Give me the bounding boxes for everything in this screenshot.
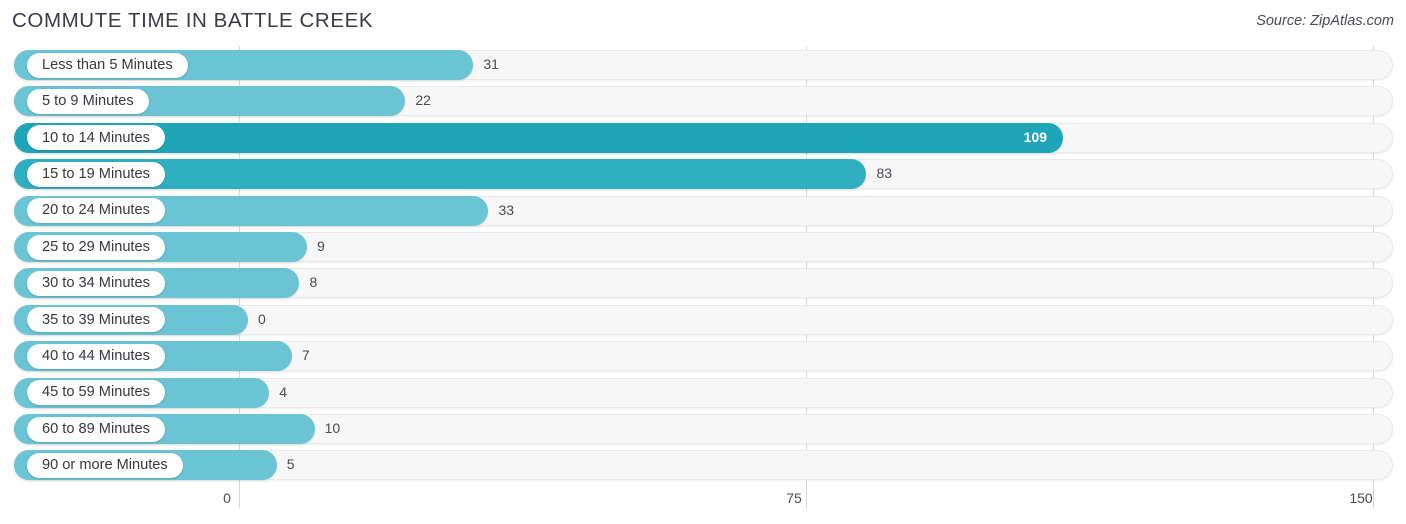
category-label: Less than 5 Minutes (42, 56, 173, 73)
category-label: 60 to 89 Minutes (42, 420, 150, 437)
category-label: 30 to 34 Minutes (42, 275, 150, 292)
bar-value-label: 7 (301, 347, 310, 364)
bar-row[interactable]: 15 to 19 Minutes 83 (0, 158, 1406, 194)
category-label-pill: 25 to 29 Minutes (27, 234, 165, 260)
bar-value-label: 83 (876, 165, 893, 182)
bar-rows: Less than 5 Minutes 31 5 to 9 Minutes 22 10 … (0, 46, 1406, 486)
axis-tick-mark (806, 486, 807, 508)
category-label-pill: 5 to 9 Minutes (27, 88, 149, 114)
category-label: 90 or more Minutes (42, 457, 168, 474)
bar-value-label: 0 (258, 310, 266, 327)
category-label: 45 to 59 Minutes (42, 384, 150, 401)
category-label: 20 to 24 Minutes (42, 202, 150, 219)
chart-header: COMMUTE TIME IN BATTLE CREEK Source: Zip… (0, 0, 1406, 46)
page-title: COMMUTE TIME IN BATTLE CREEK (12, 9, 374, 32)
bar-row[interactable]: 90 or more Minutes 5 (0, 449, 1406, 485)
bar-value-label: 9 (317, 238, 325, 254)
category-label-pill: 60 to 89 Minutes (27, 416, 165, 442)
value-bar[interactable] (14, 122, 1064, 153)
bar-value-label: 109 (1023, 128, 1048, 145)
axis-tick-mark (239, 486, 240, 508)
category-label: 40 to 44 Minutes (42, 347, 150, 364)
bar-row[interactable]: 40 to 44 Minutes 7 (0, 340, 1406, 376)
x-axis: 0 75 150 (0, 486, 1406, 524)
category-label-pill: 40 to 44 Minutes (27, 343, 165, 369)
bar-row[interactable]: 60 to 89 Minutes 10 (0, 413, 1406, 449)
category-label-pill: 90 or more Minutes (27, 452, 183, 478)
category-label-pill: 35 to 39 Minutes (27, 307, 165, 333)
category-label-pill: Less than 5 Minutes (27, 52, 188, 78)
bar-row[interactable]: Less than 5 Minutes 31 (0, 49, 1406, 85)
category-label: 25 to 29 Minutes (42, 238, 150, 255)
bar-value-label: 10 (324, 420, 341, 436)
category-label-pill: 20 to 24 Minutes (27, 198, 165, 224)
bar-row[interactable]: 5 to 9 Minutes 22 (0, 85, 1406, 121)
axis-tick-label: 0 (223, 490, 231, 506)
category-label: 15 to 19 Minutes (42, 165, 150, 182)
bar-row[interactable]: 45 to 59 Minutes 4 (0, 377, 1406, 413)
category-label: 5 to 9 Minutes (42, 93, 134, 110)
bar-row[interactable]: 10 to 14 Minutes 109 (0, 122, 1406, 158)
category-label-pill: 15 to 19 Minutes (27, 161, 165, 187)
bar-value-label: 8 (309, 274, 318, 291)
bar-row[interactable]: 20 to 24 Minutes 33 (0, 195, 1406, 231)
bar-value-label: 31 (483, 56, 499, 72)
axis-tick-label: 75 (786, 490, 802, 506)
category-label-pill: 30 to 34 Minutes (27, 270, 165, 296)
axis-tick-label: 150 (1349, 490, 1373, 506)
bar-value-label: 4 (279, 383, 288, 400)
category-label: 35 to 39 Minutes (42, 311, 150, 328)
category-label: 10 to 14 Minutes (42, 129, 150, 146)
chart-plot-area: Less than 5 Minutes 31 5 to 9 Minutes 22 10 … (0, 46, 1406, 486)
bar-row[interactable]: 35 to 39 Minutes 0 (0, 304, 1406, 340)
bar-value-label: 33 (498, 201, 515, 218)
bar-value-label: 5 (286, 456, 295, 473)
source-attribution: Source: ZipAtlas.com (1256, 13, 1394, 29)
bar-row[interactable]: 25 to 29 Minutes 9 (0, 231, 1406, 267)
category-label-pill: 45 to 59 Minutes (27, 380, 165, 406)
bar-row[interactable]: 30 to 34 Minutes 8 (0, 267, 1406, 303)
axis-tick-mark (1373, 486, 1374, 508)
bar-value-label: 22 (415, 92, 431, 109)
category-label-pill: 10 to 14 Minutes (27, 125, 165, 151)
